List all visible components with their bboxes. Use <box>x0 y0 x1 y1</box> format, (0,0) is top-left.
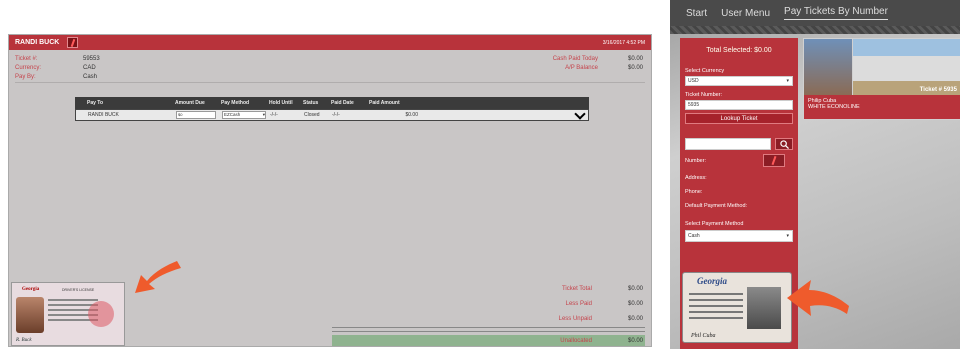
column-header: Status <box>303 100 319 106</box>
drivers-license-image: Georgia Phil Cuba <box>682 272 792 343</box>
balance-value: $0.00 <box>627 56 643 62</box>
balance-label: A/P Balance <box>565 65 598 71</box>
arrow-icon <box>787 280 849 316</box>
top-navigation: Start User Menu Pay Tickets By Number <box>670 0 960 26</box>
search-row <box>685 138 793 150</box>
currency-value: USD <box>688 78 699 84</box>
lookup-ticket-button[interactable]: Lookup Ticket <box>685 113 793 124</box>
total-label: Less Paid <box>565 301 592 307</box>
divider <box>15 82 645 83</box>
customer-name: RANDI BUCK <box>15 39 60 46</box>
ticket-card-details: Philip Cuba WHITE ECONOLINE <box>804 95 960 119</box>
balance-value: $0.00 <box>627 65 643 71</box>
currency-label: Select Currency <box>685 68 725 74</box>
license-state: Georgia <box>22 287 40 292</box>
edit-button[interactable] <box>763 154 785 167</box>
paid-date-cell: -/-/- <box>332 112 340 118</box>
edit-icon <box>771 155 777 166</box>
hold-until-cell: -/-/- <box>270 112 278 118</box>
divider <box>332 327 645 328</box>
pay-method-value: EZCash <box>224 112 241 117</box>
ticket-card[interactable]: Ticket # 5935 Philip Cuba WHITE ECONOLIN… <box>803 38 960 120</box>
search-button[interactable] <box>775 138 793 150</box>
payment-table: Pay To Amount Due Pay Method Hold Until … <box>75 97 589 121</box>
ticket-detail-screen: RANDI BUCK 3/16/2017 4:52 PM Ticket #: 59… <box>8 34 652 347</box>
license-signature: Phil Cuba <box>691 333 716 339</box>
pay-to-cell: RANDI BUCK <box>88 112 119 118</box>
unallocated-value: $0.00 <box>627 338 643 344</box>
search-input[interactable] <box>685 138 771 150</box>
info-value: 59553 <box>83 56 100 62</box>
unallocated-label: Unallocated <box>560 338 592 344</box>
license-photo <box>16 297 44 333</box>
card-vehicle: WHITE ECONOLINE <box>808 104 860 110</box>
license-state: Georgia <box>697 276 727 286</box>
ticket-header: RANDI BUCK 3/16/2017 4:52 PM <box>9 35 651 50</box>
column-header: Paid Date <box>331 100 354 106</box>
customer-photo <box>804 39 852 95</box>
balance-label: Cash Paid Today <box>552 56 598 62</box>
balance-info: Cash Paid Today $0.00 A/P Balance $0.00 <box>518 55 643 73</box>
chevron-down-icon: ▾ <box>786 78 789 84</box>
column-header: Paid Amount <box>369 100 400 106</box>
pay-tickets-screen: Start User Menu Pay Tickets By Number To… <box>670 0 960 349</box>
edit-icon <box>70 38 76 47</box>
ticket-number-label: Ticket Number: <box>685 92 723 98</box>
status-cell: Closed <box>304 112 320 118</box>
edit-button[interactable] <box>67 37 79 48</box>
currency-select[interactable]: USD ▾ <box>685 76 793 86</box>
search-icon <box>779 139 789 149</box>
nav-user-menu[interactable]: User Menu <box>721 8 770 19</box>
column-header: Hold Until <box>269 100 293 106</box>
info-value: CAD <box>83 65 96 71</box>
total-value: $0.00 <box>627 316 643 322</box>
expand-chevron-icon[interactable] <box>574 108 586 120</box>
paid-amount-cell: $0.00 <box>405 112 418 118</box>
total-label: Ticket Total <box>561 286 592 292</box>
license-photo <box>747 287 781 329</box>
ticket-info: Ticket #: 59553 Currency: CAD Pay By: Cash <box>15 55 100 82</box>
info-label: Currency: <box>15 65 42 71</box>
info-label: Pay By: <box>15 74 36 80</box>
ticket-number-badge: Ticket # 5935 <box>919 87 957 93</box>
number-row: Number: <box>685 154 793 167</box>
default-payment-label: Default Payment Method: <box>685 203 748 209</box>
column-header: Amount Due <box>175 100 205 106</box>
amount-due-input[interactable]: $0 <box>176 111 216 119</box>
info-value: Cash <box>83 74 98 80</box>
payment-method-select[interactable]: Cash ▾ <box>685 230 793 242</box>
table-header: Pay To Amount Due Pay Method Hold Until … <box>75 97 589 109</box>
info-label: Ticket #: <box>15 56 38 62</box>
nav-start[interactable]: Start <box>686 8 707 19</box>
number-label: Number: <box>685 157 707 164</box>
license-text-lines <box>689 293 743 323</box>
license-subtitle: DRIVER'S LICENSE <box>62 288 95 292</box>
total-value: $0.00 <box>627 301 643 307</box>
phone-label: Phone: <box>685 189 703 195</box>
total-label: Less Unpaid <box>558 316 592 322</box>
table-row[interactable]: RANDI BUCK $0 EZCash ▾ -/-/- Closed -/-/-… <box>75 108 589 121</box>
header-date: 3/16/2017 4:52 PM <box>602 39 645 46</box>
drivers-license-image: Georgia DRIVER'S LICENSE R. Buck <box>11 282 125 346</box>
total-selected: Total Selected: $0.00 <box>706 47 772 54</box>
unallocated-row: Unallocated $0.00 <box>332 335 645 346</box>
column-header: Pay To <box>87 100 104 106</box>
nav-stripe <box>670 26 960 34</box>
column-header: Pay Method <box>221 100 250 106</box>
license-signature: R. Buck <box>16 338 32 343</box>
divider <box>332 331 645 332</box>
ticket-totals: Ticket Total $0.00 Less Paid $0.00 Less Un… <box>512 282 643 327</box>
ticket-number-value: 5935 <box>688 102 700 108</box>
address-label: Address: <box>685 175 707 181</box>
nav-pay-tickets[interactable]: Pay Tickets By Number <box>784 6 888 20</box>
chevron-down-icon: ▾ <box>262 112 265 117</box>
total-value: $0.00 <box>627 286 643 292</box>
license-seal <box>88 301 114 327</box>
payment-method-value: Cash <box>688 233 700 239</box>
pay-method-select[interactable]: EZCash ▾ <box>222 111 266 119</box>
ticket-number-input[interactable]: 5935 <box>685 100 793 110</box>
payment-method-label: Select Payment Method <box>685 221 744 227</box>
chevron-down-icon: ▾ <box>786 233 789 239</box>
arrow-icon <box>135 261 181 293</box>
